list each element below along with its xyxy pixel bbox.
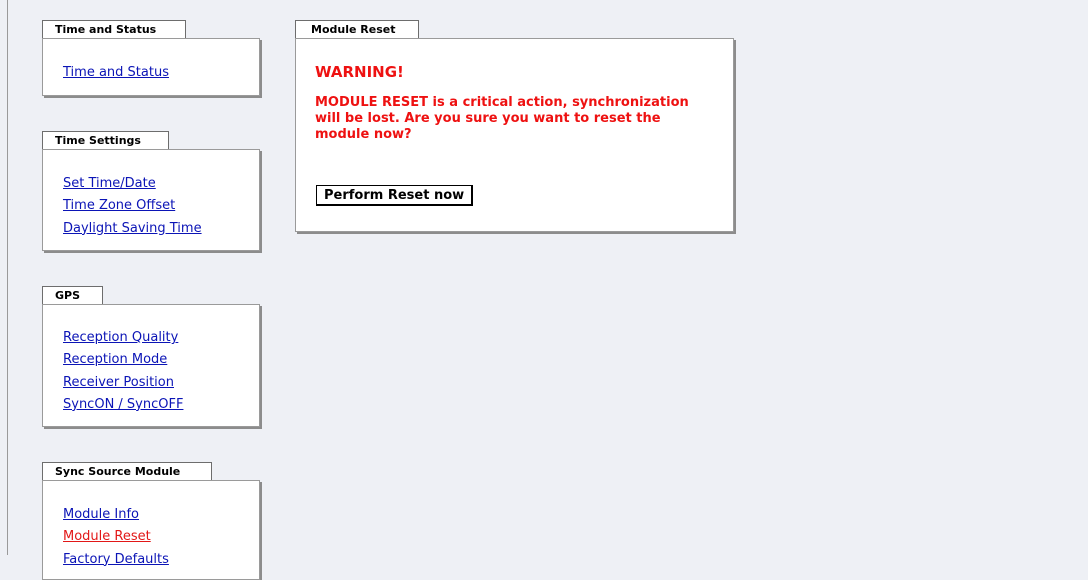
- warning-title: WARNING!: [315, 63, 404, 81]
- link-reception-mode[interactable]: Reception Mode: [63, 349, 183, 371]
- link-time-zone-offset[interactable]: Time Zone Offset: [63, 195, 202, 217]
- warning-message: MODULE RESET is a critical action, synch…: [315, 95, 689, 142]
- panel-sync-source-module: Sync Source Module Module Info Module Re…: [42, 462, 264, 580]
- link-factory-defaults[interactable]: Factory Defaults: [63, 549, 169, 571]
- panel-sync-source-module-body: Module Info Module Reset Factory Default…: [42, 480, 260, 580]
- link-receiver-position[interactable]: Receiver Position: [63, 372, 183, 394]
- tab-sync-source-module[interactable]: Sync Source Module: [42, 462, 212, 480]
- panel-time-settings: Time Settings Set Time/Date Time Zone Of…: [42, 131, 264, 255]
- panel-module-reset: Module Reset WARNING! MODULE RESET is a …: [295, 20, 738, 236]
- panel-gps-body: Reception Quality Reception Mode Receive…: [42, 304, 260, 427]
- panel-time-settings-body: Set Time/Date Time Zone Offset Daylight …: [42, 149, 260, 251]
- link-daylight-saving-time[interactable]: Daylight Saving Time: [63, 218, 202, 240]
- tab-gps[interactable]: GPS: [42, 286, 103, 304]
- link-reception-quality[interactable]: Reception Quality: [63, 327, 183, 349]
- link-time-and-status[interactable]: Time and Status: [63, 62, 169, 84]
- tab-module-reset[interactable]: Module Reset: [295, 20, 419, 38]
- tab-time-settings[interactable]: Time Settings: [42, 131, 169, 149]
- panel-time-and-status-body: Time and Status: [42, 38, 260, 96]
- link-module-info[interactable]: Module Info: [63, 504, 169, 526]
- left-border-line: [7, 0, 8, 555]
- panel-gps: GPS Reception Quality Reception Mode Rec…: [42, 286, 264, 431]
- link-module-reset[interactable]: Module Reset: [63, 526, 169, 548]
- panel-time-and-status: Time and Status Time and Status: [42, 20, 264, 98]
- link-synconsyncoff[interactable]: SyncON / SyncOFF: [63, 394, 183, 416]
- panel-module-reset-body: WARNING! MODULE RESET is a critical acti…: [295, 38, 734, 232]
- tab-time-and-status[interactable]: Time and Status: [42, 20, 186, 38]
- perform-reset-button[interactable]: Perform Reset now: [316, 185, 474, 206]
- link-set-time-date[interactable]: Set Time/Date: [63, 173, 202, 195]
